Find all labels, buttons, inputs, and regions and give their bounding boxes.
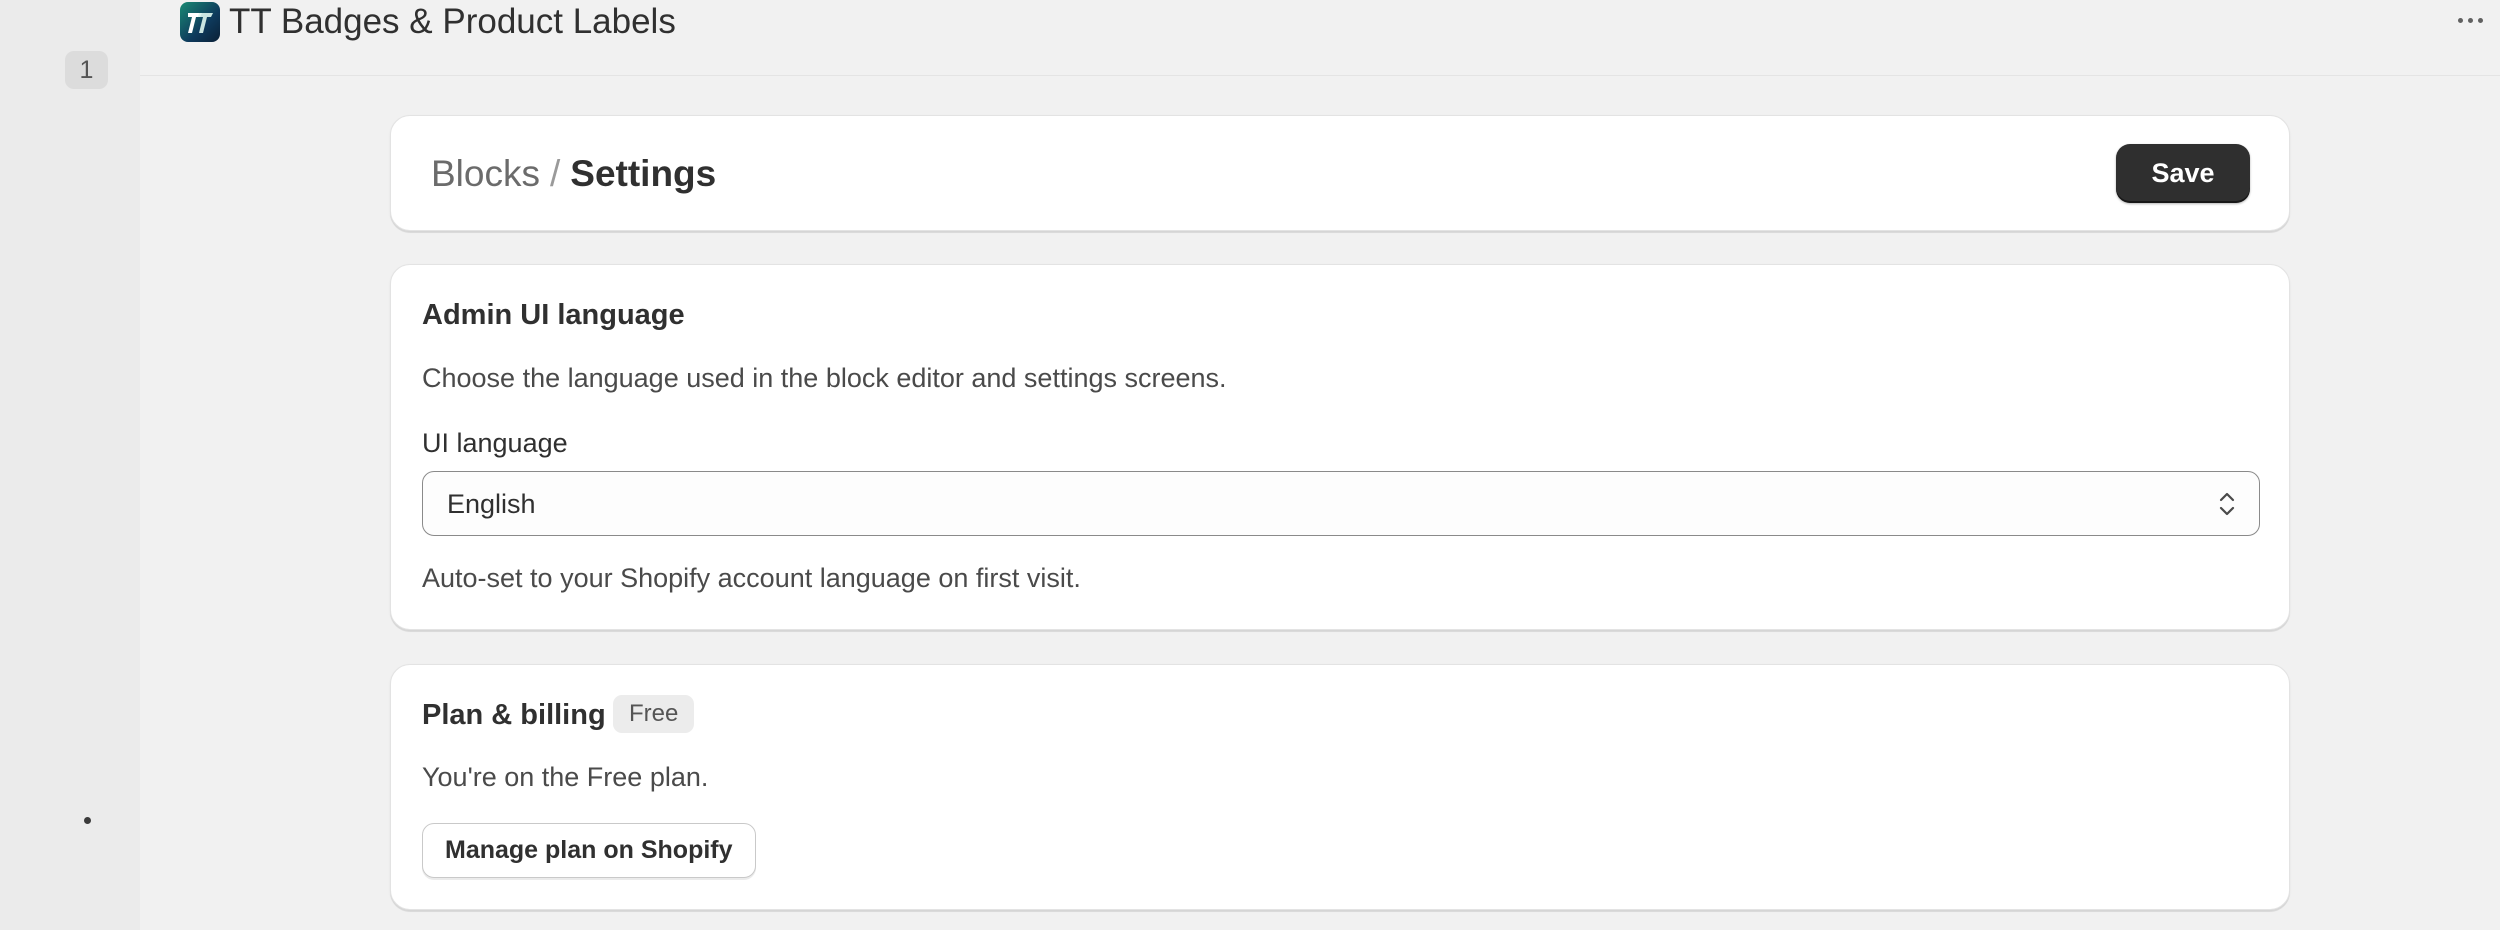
- rail-dot-indicator: [84, 817, 91, 824]
- admin-language-title: Admin UI language: [422, 299, 685, 331]
- ui-language-label: UI language: [422, 428, 568, 458]
- plan-billing-title: Plan & billing: [422, 699, 606, 731]
- ui-language-selected-value: English: [447, 489, 536, 519]
- breadcrumb-separator: /: [549, 153, 561, 194]
- tt-logo-mark: [188, 13, 213, 33]
- page-header-card: Blocks / Settings Save: [390, 115, 2290, 231]
- manage-plan-button[interactable]: Manage plan on Shopify: [422, 823, 756, 878]
- admin-language-description: Choose the language used in the block ed…: [422, 363, 1227, 393]
- rail-count-badge[interactable]: 1: [65, 51, 108, 89]
- admin-language-card: Admin UI language Choose the language us…: [390, 264, 2290, 630]
- tt-app-logo-icon: [180, 2, 220, 42]
- more-actions-icon[interactable]: [2450, 8, 2490, 32]
- ui-language-help-text: Auto-set to your Shopify account languag…: [422, 563, 1081, 593]
- save-button[interactable]: Save: [2116, 144, 2250, 203]
- app-title: TT Badges & Product Labels: [229, 2, 676, 41]
- select-chevron-icon: [2219, 492, 2235, 516]
- plan-description: You're on the Free plan.: [422, 762, 709, 792]
- left-rail: 1: [0, 0, 140, 930]
- page-title: Settings: [570, 153, 717, 194]
- app-top-bar: TT Badges & Product Labels: [140, 0, 2500, 76]
- ui-language-select[interactable]: English: [422, 471, 2260, 536]
- breadcrumb: Blocks / Settings: [431, 152, 716, 196]
- breadcrumb-blocks-link[interactable]: Blocks: [431, 153, 540, 194]
- plan-billing-card: Plan & billing Free You're on the Free p…: [390, 664, 2290, 910]
- plan-status-badge: Free: [613, 695, 695, 733]
